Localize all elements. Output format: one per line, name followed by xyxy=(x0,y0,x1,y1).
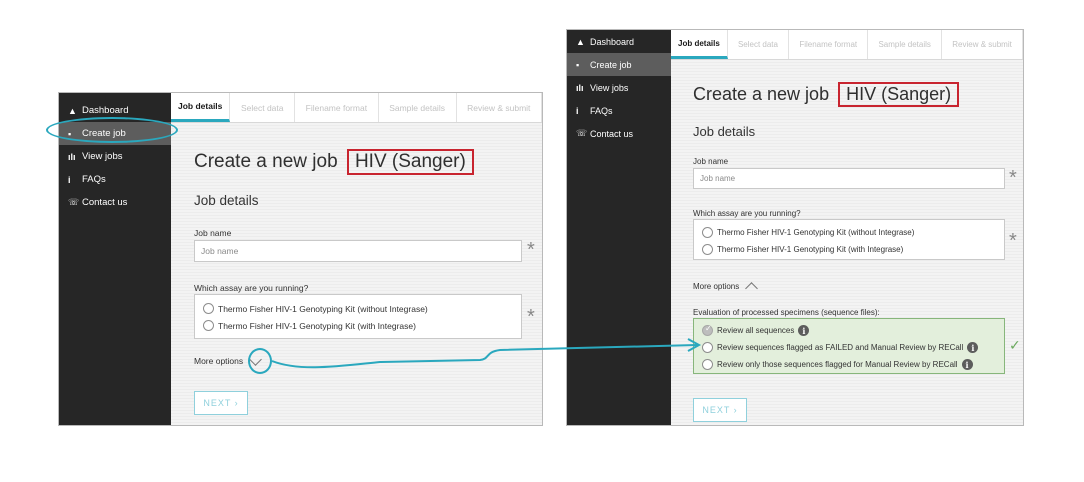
next-button[interactable]: NEXT › xyxy=(693,398,747,422)
sidebar-item-label: FAQs xyxy=(590,105,613,116)
page-title: Create a new job HIV (Sanger) xyxy=(693,82,960,107)
assay-option-label: Thermo Fisher HIV-1 Genotyping Kit (with… xyxy=(717,228,915,237)
sidebar-item-faqs[interactable]: i FAQs xyxy=(567,99,671,122)
evaluation-option-selected[interactable]: Review all sequences i xyxy=(694,322,1004,339)
page-title-highlight: HIV (Sanger) xyxy=(838,82,960,107)
info-icon: i xyxy=(576,105,579,116)
home-icon: ▲ xyxy=(68,105,77,116)
info-icon[interactable]: i xyxy=(798,325,810,336)
evaluation-option-label: Review all sequences xyxy=(717,326,795,335)
required-asterisk: * xyxy=(527,306,535,328)
assay-options: Thermo Fisher HIV-1 Genotyping Kit (with… xyxy=(693,219,1005,260)
sidebar-item-label: Dashboard xyxy=(590,36,635,47)
required-asterisk: * xyxy=(1009,167,1017,189)
assay-option[interactable]: Thermo Fisher HIV-1 Genotyping Kit (with… xyxy=(694,241,1004,258)
sidebar-item-label: View jobs xyxy=(590,82,629,93)
evaluation-option[interactable]: Review sequences flagged as FAILED and M… xyxy=(694,339,1004,356)
job-name-input[interactable]: Job name xyxy=(693,168,1005,189)
create-job-icon: ▪ xyxy=(576,59,580,70)
evaluation-option-label: Review sequences flagged as FAILED and M… xyxy=(717,343,964,352)
radio-button[interactable] xyxy=(702,342,713,353)
form-area: Create a new job HIV (Sanger) Job detail… xyxy=(171,123,542,425)
tab-job-details[interactable]: Job details xyxy=(171,93,231,122)
job-name-input[interactable]: Job name xyxy=(194,240,522,262)
evaluation-options: Review all sequences i Review sequences … xyxy=(693,318,1005,374)
required-asterisk: * xyxy=(1009,230,1017,252)
radio-button[interactable] xyxy=(702,244,713,255)
page-title-highlight: HIV (Sanger) xyxy=(346,149,474,175)
phone-icon: ☏ xyxy=(576,128,588,138)
sidebar-item-view-jobs[interactable]: ılı View jobs xyxy=(59,145,171,168)
tab-filename-format[interactable]: Filename format xyxy=(295,93,379,122)
more-options-label: More options xyxy=(693,282,740,291)
page-title: Create a new job HIV (Sanger) xyxy=(194,149,474,175)
create-job-callout-ellipse xyxy=(46,117,178,143)
assay-label: Which assay are you running? xyxy=(194,283,309,293)
evaluation-option-label: Review only those sequences flagged for … xyxy=(717,360,958,369)
phone-icon: ☏ xyxy=(68,197,80,207)
sidebar-item-create-job[interactable]: ▪ Create job xyxy=(567,53,671,76)
tab-sample-details[interactable]: Sample details xyxy=(868,30,943,59)
sidebar-item-label: Create job xyxy=(590,59,632,70)
radio-button-checked[interactable] xyxy=(702,324,713,336)
tab-filename-format[interactable]: Filename format xyxy=(789,30,869,59)
more-options-callout-circle xyxy=(248,348,272,374)
sidebar: ▲ Dashboard ▪ Create job ılı View jobs i… xyxy=(567,30,671,425)
tab-select-data[interactable]: Select data xyxy=(230,93,296,122)
page-title-text: Create a new job xyxy=(693,84,830,104)
bar-chart-icon: ılı xyxy=(576,82,584,93)
sidebar-item-contact-us[interactable]: ☏ Contact us xyxy=(567,122,671,145)
tab-sample-details[interactable]: Sample details xyxy=(379,93,457,122)
tab-select-data[interactable]: Select data xyxy=(728,30,790,59)
tab-review-submit[interactable]: Review & submit xyxy=(942,30,1023,59)
section-title: Job details xyxy=(194,193,259,208)
more-options-toggle[interactable]: More options xyxy=(693,280,759,295)
form-area: Create a new job HIV (Sanger) Job detail… xyxy=(671,60,1023,425)
job-name-label: Job name xyxy=(194,228,232,238)
assay-option-label: Thermo Fisher HIV-1 Genotyping Kit (with… xyxy=(218,320,416,331)
job-name-label: Job name xyxy=(693,157,729,166)
sidebar-item-label: FAQs xyxy=(82,174,106,185)
assay-option[interactable]: Thermo Fisher HIV-1 Genotyping Kit (with… xyxy=(195,300,521,317)
sidebar-item-label: Dashboard xyxy=(82,105,129,116)
page-title-text: Create a new job xyxy=(194,151,338,172)
section-title: Job details xyxy=(693,124,756,139)
tab-bar: Job details Select data Filename format … xyxy=(671,30,1023,60)
assay-options: Thermo Fisher HIV-1 Genotyping Kit (with… xyxy=(194,294,522,339)
info-icon: i xyxy=(68,174,71,185)
bar-chart-icon: ılı xyxy=(68,151,76,162)
sidebar-item-faqs[interactable]: i FAQs xyxy=(59,168,171,191)
assay-option-label: Thermo Fisher HIV-1 Genotyping Kit (with… xyxy=(218,303,428,314)
radio-button[interactable] xyxy=(702,359,713,370)
next-button[interactable]: NEXT › xyxy=(194,391,248,415)
info-icon[interactable]: i xyxy=(961,359,973,370)
assay-option[interactable]: Thermo Fisher HIV-1 Genotyping Kit (with… xyxy=(195,317,521,334)
sidebar-item-label: Contact us xyxy=(82,197,128,208)
radio-button[interactable] xyxy=(203,303,214,314)
sidebar-item-dashboard[interactable]: ▲ Dashboard xyxy=(567,30,671,53)
tab-review-submit[interactable]: Review & submit xyxy=(457,93,542,122)
radio-button[interactable] xyxy=(702,227,713,238)
main-content: Job details Select data Filename format … xyxy=(171,93,542,425)
tab-bar: Job details Select data Filename format … xyxy=(171,93,542,123)
sidebar-item-label: Contact us xyxy=(590,128,634,139)
evaluation-option[interactable]: Review only those sequences flagged for … xyxy=(694,356,1004,373)
assay-option-label: Thermo Fisher HIV-1 Genotyping Kit (with… xyxy=(717,245,904,254)
assay-option[interactable]: Thermo Fisher HIV-1 Genotyping Kit (with… xyxy=(694,224,1004,241)
evaluation-label: Evaluation of processed specimens (seque… xyxy=(693,308,880,317)
required-asterisk: * xyxy=(527,239,535,261)
radio-button[interactable] xyxy=(203,320,214,331)
more-options-label: More options xyxy=(194,356,244,366)
home-icon: ▲ xyxy=(576,36,585,47)
assay-label: Which assay are you running? xyxy=(693,209,801,218)
tab-job-details[interactable]: Job details xyxy=(671,30,728,59)
sidebar-item-contact-us[interactable]: ☏ Contact us xyxy=(59,191,171,214)
sidebar-item-view-jobs[interactable]: ılı View jobs xyxy=(567,76,671,99)
info-icon[interactable]: i xyxy=(967,342,979,353)
chevron-up-icon[interactable] xyxy=(745,282,759,295)
valid-check-icon: ✓ xyxy=(1009,337,1021,353)
sidebar-item-label: View jobs xyxy=(82,151,123,162)
main-content: Job details Select data Filename format … xyxy=(671,30,1023,425)
screenshot-expanded: ▲ Dashboard ▪ Create job ılı View jobs i… xyxy=(566,29,1024,426)
